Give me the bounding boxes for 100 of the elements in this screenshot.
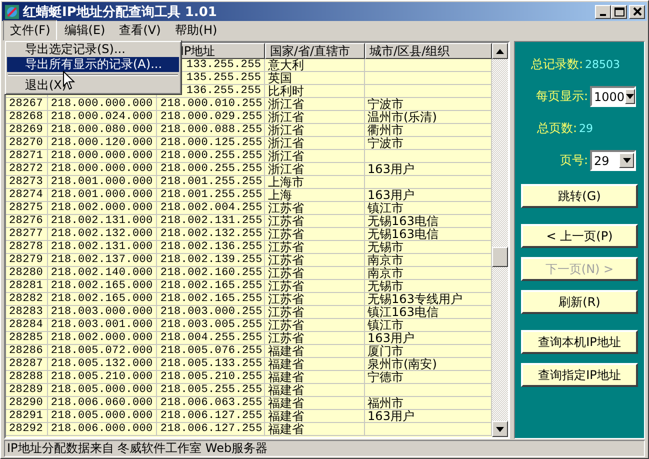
scroll-thumb[interactable]: [492, 247, 508, 267]
table-cell: 无锡市: [364, 280, 492, 293]
table-cell: 218.000.024.000: [48, 111, 158, 124]
app-icon: [4, 4, 20, 20]
table-cell: 218.002.132.000: [48, 228, 158, 241]
table-cell: 163用户: [364, 189, 492, 202]
table-cell: 218.000.088.255: [157, 124, 265, 137]
table-cell: 无锡市: [364, 241, 492, 254]
up-arrow-icon: [496, 48, 504, 54]
table-cell: 28286: [6, 345, 48, 358]
panel-button[interactable]: 跳转(G): [521, 184, 638, 208]
table-cell: 163用户: [364, 332, 492, 345]
table-cell: 厦门市: [364, 345, 492, 358]
table-cell: 无锡163专线用户: [364, 293, 492, 306]
scroll-down-button[interactable]: [492, 421, 508, 437]
table-cell: 28288: [6, 371, 48, 384]
panel-button[interactable]: < 上一页(P): [521, 224, 638, 248]
table-cell: 江苏省: [264, 202, 365, 215]
column-header[interactable]: 国家/省/直辖市: [264, 43, 365, 59]
table-cell: 江苏省: [264, 319, 365, 332]
table-cell: 28270: [6, 137, 48, 150]
menu-item[interactable]: 编辑(E): [57, 20, 112, 41]
table-cell: 江苏省: [264, 280, 365, 293]
table-cell: 218.005.072.000: [48, 345, 158, 358]
table-cell: 温州市(乐清): [364, 111, 492, 124]
table-cell: 比利时: [264, 85, 365, 98]
table-cell: 218.005.076.255: [157, 345, 265, 358]
table-cell: 218.000.120.000: [48, 137, 158, 150]
table-cell: 163用户: [364, 410, 492, 423]
table-cell: 218.003.000.000: [48, 306, 158, 319]
table-cell: 218.005.132.000: [48, 358, 158, 371]
field-label: 页号:: [560, 152, 588, 169]
table-cell: 218.002.165.255: [157, 293, 265, 306]
table-cell: 福建省: [264, 358, 365, 371]
scrollbar[interactable]: [492, 43, 508, 437]
table-cell: 218.000.125.255: [157, 137, 265, 150]
menu-item[interactable]: 导出所有显示的记录(A)...: [7, 57, 179, 72]
table-cell: 福建省: [264, 410, 365, 423]
table-cell: 218.000.255.255: [157, 150, 265, 163]
table-cell: 218.002.165.255: [157, 280, 265, 293]
table-cell: 泉州市(南安): [364, 358, 492, 371]
field-label: 总记录数:: [531, 56, 584, 73]
table-cell: 上海: [264, 189, 365, 202]
table-cell: 218.002.132.255: [157, 228, 265, 241]
table-cell: 28276: [6, 215, 48, 228]
panel-button[interactable]: 刷新(R): [521, 290, 638, 314]
scroll-up-button[interactable]: [492, 43, 508, 59]
table-cell: 宁德市: [364, 371, 492, 384]
window-title: 红蜻蜓IP地址分配查询工具 1.01: [23, 4, 218, 20]
close-button[interactable]: [629, 4, 645, 18]
table-cell: 镇江市: [364, 202, 492, 215]
table-cell: 218.000.000.000: [48, 98, 158, 111]
table-cell: 28285: [6, 332, 48, 345]
table-cell: 218.002.139.255: [157, 254, 265, 267]
dropdown[interactable]: 29: [590, 150, 636, 171]
table-cell: 218.006.000.000: [48, 423, 158, 436]
table-cell: 28274: [6, 189, 48, 202]
table-cell: 218.005.000.000: [48, 410, 158, 423]
table-cell: 218.000.000.000: [48, 163, 158, 176]
table-cell: 218.005.133.255: [157, 358, 265, 371]
table-cell: 218.004.255.255: [157, 332, 265, 345]
table-cell: 218.002.131.255: [157, 215, 265, 228]
table-cell: 28279: [6, 254, 48, 267]
table-cell: 28287: [6, 358, 48, 371]
menu-item[interactable]: 查看(V): [112, 20, 168, 41]
table-cell: 218.002.000.000: [48, 202, 158, 215]
minimize-button[interactable]: [595, 4, 611, 18]
table-cell: 218.002.131.000: [48, 241, 158, 254]
table-cell: 福州市: [364, 397, 492, 410]
table-cell: 218.005.210.255: [157, 371, 265, 384]
table-cell: 28278: [6, 241, 48, 254]
close-icon: [632, 7, 642, 16]
table-cell: 江苏省: [264, 241, 365, 254]
column-header[interactable]: 城市/区县/组织: [364, 43, 492, 59]
table-cell: 江苏省: [264, 215, 365, 228]
table-cell: 浙江省: [264, 111, 365, 124]
table-cell: 南京市: [364, 254, 492, 267]
table-cell: 218.006.127.255: [157, 423, 265, 436]
minimize-icon: [600, 12, 606, 16]
table-cell: 218.002.000.000: [48, 332, 158, 345]
dropdown[interactable]: 1000: [590, 86, 636, 107]
table-cell: 江苏省: [264, 254, 365, 267]
table-cell: 英国: [264, 72, 365, 85]
table-cell: 28281: [6, 280, 48, 293]
table-cell: 218.001.255.255: [157, 189, 265, 202]
table-cell: 宁波市: [364, 98, 492, 111]
table-cell: 衢州市: [364, 124, 492, 137]
table-cell: 福建省: [264, 397, 365, 410]
table-cell: 江苏省: [264, 267, 365, 280]
table-cell: 28275: [6, 202, 48, 215]
field-value: 29: [579, 122, 594, 135]
table-cell: 218.005.255.255: [157, 384, 265, 397]
table-cell: 218.001.000.000: [48, 176, 158, 189]
panel-button[interactable]: 查询指定IP地址: [521, 363, 638, 387]
table-cell: 28291: [6, 410, 48, 423]
maximize-button[interactable]: [611, 4, 627, 18]
menu-item[interactable]: 帮助(H): [168, 20, 224, 41]
panel-button[interactable]: 查询本机IP地址: [521, 330, 638, 354]
table-cell: 上海市: [264, 176, 365, 189]
table-cell: 218.000.255.255: [157, 163, 265, 176]
